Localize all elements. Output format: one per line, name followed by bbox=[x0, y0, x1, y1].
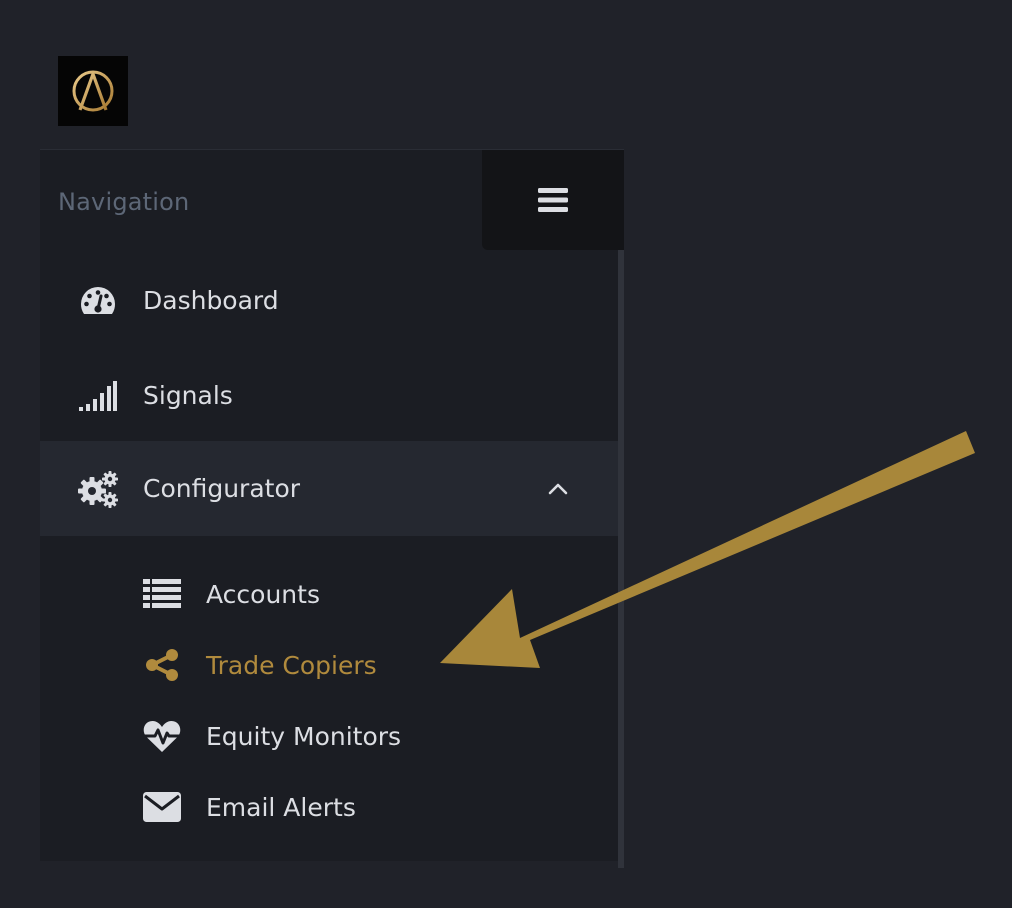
submenu-item-label: Trade Copiers bbox=[206, 650, 377, 680]
hamburger-icon bbox=[538, 188, 568, 212]
nav-section-title: Navigation bbox=[58, 188, 190, 216]
submenu-item-label: Accounts bbox=[206, 579, 320, 609]
app-logo[interactable] bbox=[58, 56, 128, 126]
submenu-item-trade-copiers[interactable]: Trade Copiers bbox=[40, 630, 618, 700]
sidebar-item-label: Dashboard bbox=[143, 286, 279, 315]
submenu-item-label: Equity Monitors bbox=[206, 721, 402, 751]
submenu-item-label: Email Alerts bbox=[206, 792, 356, 822]
sidebar: Navigation Dashboard Signals Configurato… bbox=[40, 149, 624, 861]
sidebar-item-configurator[interactable]: Configurator bbox=[40, 441, 618, 536]
sidebar-item-label: Signals bbox=[143, 381, 233, 410]
sidebar-item-label: Configurator bbox=[143, 474, 301, 503]
signal-bars-icon bbox=[78, 376, 118, 416]
cogs-icon bbox=[78, 469, 118, 509]
submenu-item-email-alerts[interactable]: Email Alerts bbox=[40, 772, 618, 842]
configurator-submenu: Accounts Trade Copiers Equity Monitors E… bbox=[40, 536, 618, 860]
sidebar-scrollbar[interactable] bbox=[618, 250, 624, 868]
envelope-icon bbox=[141, 787, 183, 827]
submenu-item-equity-monitors[interactable]: Equity Monitors bbox=[40, 701, 618, 771]
list-icon bbox=[141, 574, 183, 614]
dashboard-icon bbox=[78, 281, 118, 321]
menu-toggle-button[interactable] bbox=[482, 150, 624, 250]
chevron-up-icon[interactable] bbox=[546, 477, 570, 501]
logo-icon bbox=[72, 70, 114, 112]
sidebar-item-signals[interactable]: Signals bbox=[40, 348, 618, 443]
sidebar-item-dashboard[interactable]: Dashboard bbox=[40, 253, 618, 348]
share-icon bbox=[141, 645, 183, 685]
submenu-item-accounts[interactable]: Accounts bbox=[40, 559, 618, 629]
heartbeat-icon bbox=[141, 716, 183, 756]
